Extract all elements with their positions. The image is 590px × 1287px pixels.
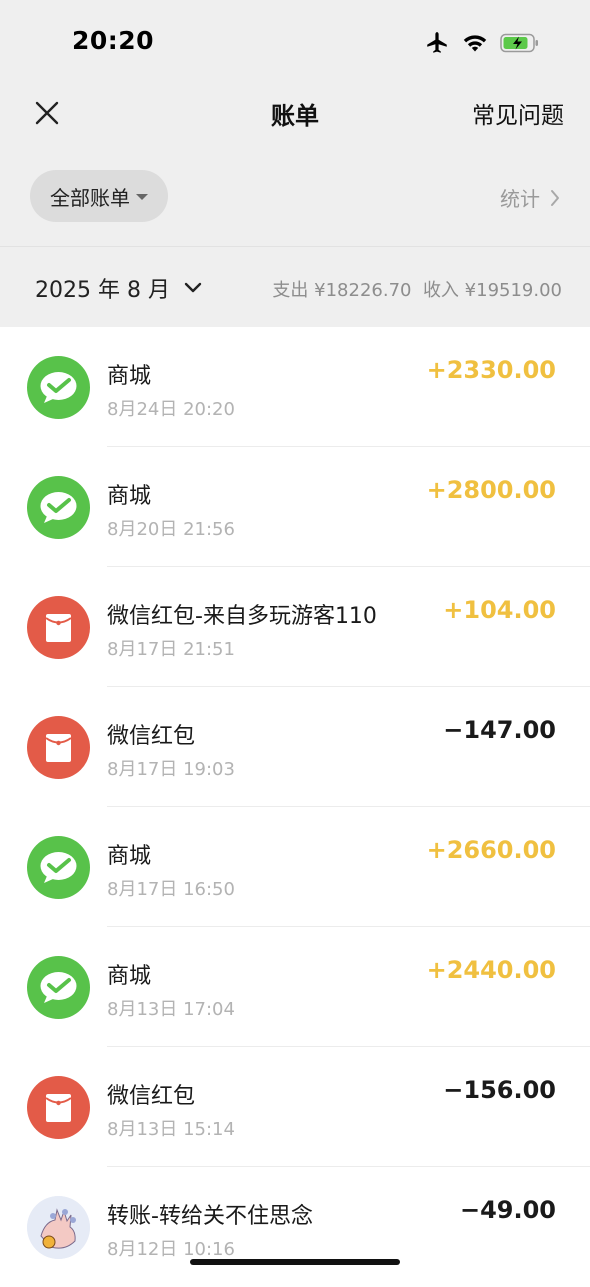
wechat-pay-icon xyxy=(27,956,90,1019)
transaction-time: 8月17日 16:50 xyxy=(107,879,235,900)
transaction-title: 商城 xyxy=(107,484,152,509)
chevron-right-icon xyxy=(551,189,559,206)
transaction-row[interactable]: 商城 8月24日 20:20 +2330.00 xyxy=(0,327,590,447)
transaction-row[interactable]: 转账-转给关不住思念 8月12日 10:16 −49.00 xyxy=(0,1167,590,1287)
transaction-title: 转账-转给关不住思念 xyxy=(107,1204,313,1229)
transaction-row[interactable]: 微信红包 8月17日 19:03 −147.00 xyxy=(0,687,590,807)
wechat-pay-icon xyxy=(27,356,90,419)
transaction-time: 8月13日 15:14 xyxy=(107,1119,235,1140)
wechat-pay-icon xyxy=(27,476,90,539)
transaction-time: 8月24日 20:20 xyxy=(107,399,235,420)
transaction-amount: −156.00 xyxy=(443,1076,556,1104)
red-packet-icon xyxy=(27,596,90,659)
close-button[interactable] xyxy=(30,96,64,130)
faq-button[interactable]: 常见问题 xyxy=(472,96,564,130)
transaction-time: 8月17日 21:51 xyxy=(107,639,235,660)
red-packet-icon xyxy=(27,1076,90,1139)
transaction-row[interactable]: 商城 8月17日 16:50 +2660.00 xyxy=(0,807,590,927)
transaction-list: 商城 8月24日 20:20 +2330.00 商城 8月20日 21:56 +… xyxy=(0,327,590,1287)
transaction-amount: +104.00 xyxy=(443,596,556,624)
chevron-down-icon xyxy=(184,282,202,293)
stats-label: 统计 xyxy=(500,187,540,211)
transaction-title: 微信红包 xyxy=(107,724,196,749)
transaction-title: 微信红包-来自多玩游客110 xyxy=(107,604,377,629)
transaction-amount: −147.00 xyxy=(443,716,556,744)
transaction-amount: +2800.00 xyxy=(426,476,556,504)
caret-down-icon xyxy=(136,194,148,200)
close-icon xyxy=(35,101,59,125)
bill-filter-label: 全部账单 xyxy=(50,185,130,210)
wifi-icon xyxy=(462,32,488,54)
transaction-amount: +2330.00 xyxy=(426,356,556,384)
battery-charging-icon xyxy=(500,33,540,53)
transaction-row[interactable]: 微信红包-来自多玩游客110 8月17日 21:51 +104.00 xyxy=(0,567,590,687)
month-income-total: 收入 ¥19519.00 xyxy=(422,280,562,301)
transaction-title: 商城 xyxy=(107,364,152,389)
transaction-title: 微信红包 xyxy=(107,1084,196,1109)
divider xyxy=(0,246,590,247)
month-picker[interactable]: 2025 年 8 月 xyxy=(35,272,202,304)
status-time: 20:20 xyxy=(72,26,155,55)
transaction-amount: +2660.00 xyxy=(426,836,556,864)
transaction-title: 商城 xyxy=(107,844,152,869)
transaction-row[interactable]: 商城 8月20日 21:56 +2800.00 xyxy=(0,447,590,567)
avatar-icon xyxy=(27,1196,90,1259)
transaction-time: 8月17日 19:03 xyxy=(107,759,235,780)
transaction-time: 8月13日 17:04 xyxy=(107,999,235,1020)
month-expense-total: 支出 ¥18226.70 xyxy=(272,280,412,301)
transaction-title: 商城 xyxy=(107,964,152,989)
wechat-pay-icon xyxy=(27,836,90,899)
transaction-amount: −49.00 xyxy=(459,1196,556,1224)
transaction-row[interactable]: 微信红包 8月13日 15:14 −156.00 xyxy=(0,1047,590,1167)
bill-filter-dropdown[interactable]: 全部账单 xyxy=(30,170,168,222)
transaction-row[interactable]: 商城 8月13日 17:04 +2440.00 xyxy=(0,927,590,1047)
transaction-time: 8月12日 10:16 xyxy=(107,1239,235,1260)
stats-link[interactable]: 统计 xyxy=(500,183,560,212)
status-icons xyxy=(424,30,540,56)
red-packet-icon xyxy=(27,716,90,779)
month-label: 2025 年 8 月 xyxy=(35,278,170,303)
airplane-icon xyxy=(424,30,450,56)
transaction-amount: +2440.00 xyxy=(426,956,556,984)
home-indicator xyxy=(190,1259,400,1265)
month-summary: 支出 ¥18226.70 收入 ¥19519.00 xyxy=(272,276,562,302)
transaction-time: 8月20日 21:56 xyxy=(107,519,235,540)
